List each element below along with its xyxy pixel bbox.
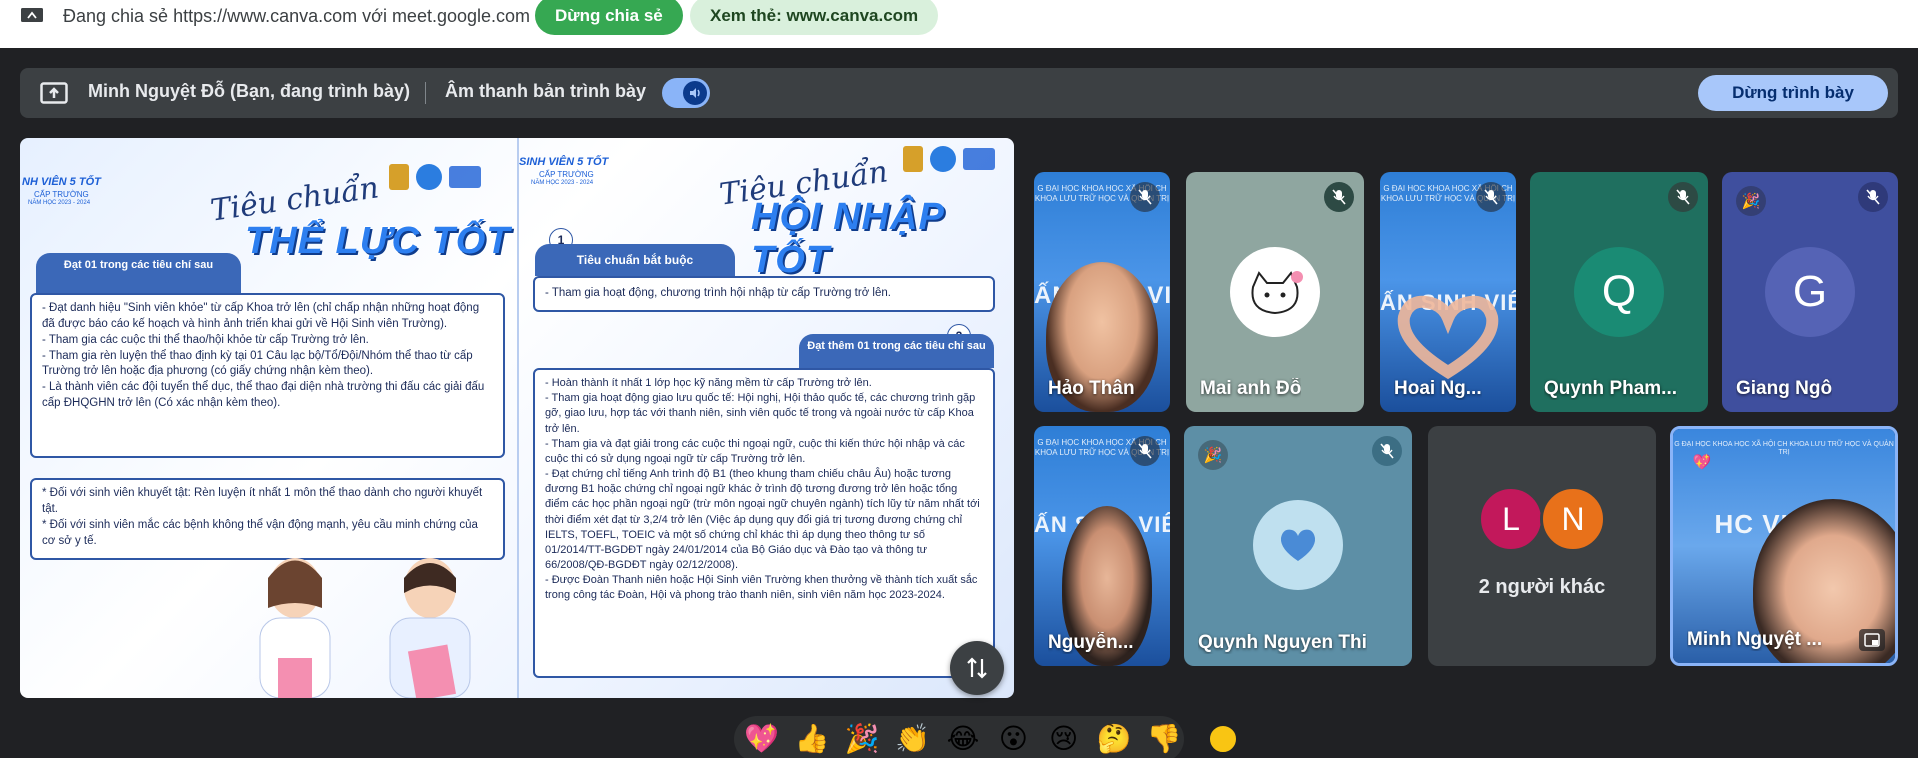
slide-title-integration: HỘI NHẬP TỐT bbox=[751, 196, 944, 281]
stop-sharing-button[interactable]: Dừng chia sẻ bbox=[535, 0, 683, 35]
picture-in-picture-icon[interactable] bbox=[1859, 629, 1885, 651]
screen-share-icon bbox=[21, 8, 43, 22]
criteria-line: - Đạt danh hiệu "Sinh viên khỏe" từ cấp … bbox=[42, 302, 480, 330]
share-bar: Đang chia sẻ https://www.canva.com với m… bbox=[0, 0, 1918, 48]
heart-reaction-icon: 💖 bbox=[1692, 454, 1712, 471]
divider bbox=[425, 82, 426, 104]
reaction-crying[interactable]: 😢 bbox=[1044, 719, 1083, 758]
reaction-thumbs-up[interactable]: 👍 bbox=[792, 719, 831, 758]
mic-off-icon bbox=[1476, 182, 1506, 212]
criteria-line: - Được Đoàn Thanh niên hoặc Hội Sinh viê… bbox=[545, 574, 978, 602]
mic-off-icon bbox=[1130, 436, 1160, 466]
slide-page-integration: SINH VIÊN 5 TỐT CẤP TRƯỜNG NĂM HỌC 2023 … bbox=[517, 138, 1014, 698]
participant-tile[interactable]: 🎉 G Giang Ngô bbox=[1722, 172, 1898, 412]
reaction-thinking[interactable]: 🤔 bbox=[1094, 719, 1133, 758]
reaction-thumbs-down[interactable]: 👎 bbox=[1145, 719, 1184, 758]
participant-avatar: G bbox=[1765, 247, 1855, 337]
slide-page-physical: NH VIÊN 5 TỐT CẤP TRƯỜNG NĂM HỌC 2023 - … bbox=[20, 138, 517, 698]
slide-title-physical: THỂ LỰC TỐT bbox=[245, 220, 511, 262]
criteria-line: - Tham gia rèn luyện thể thao định kỳ tạ… bbox=[42, 349, 473, 378]
party-reaction-icon: 🎉 bbox=[1198, 440, 1228, 470]
present-screen-icon bbox=[40, 82, 68, 104]
criteria-line: - Đạt chứng chỉ tiếng Anh trình độ B1 (t… bbox=[545, 468, 980, 572]
participant-tile[interactable]: G ĐẠI HỌC KHOA HỌC XÃ HỘI CH KHOA LƯU TR… bbox=[1380, 172, 1516, 412]
mic-off-icon bbox=[1372, 436, 1402, 466]
participant-name: Hảo Thân bbox=[1048, 378, 1135, 399]
cat-avatar-icon bbox=[1251, 271, 1303, 315]
criteria-line: * Đối với sinh viên mắc các bệnh không t… bbox=[42, 518, 478, 547]
presentation-audio-toggle[interactable] bbox=[662, 78, 710, 108]
heart-hands-shape bbox=[1397, 295, 1499, 380]
participant-avatar bbox=[1253, 500, 1343, 590]
additional-criteria-box: - Hoàn thành ít nhất 1 lớp học kỹ năng m… bbox=[533, 368, 995, 678]
move-self-view-button[interactable] bbox=[950, 641, 1004, 695]
sv5t-logo: SINH VIÊN 5 TỐT bbox=[519, 156, 609, 168]
reaction-sparkling-heart[interactable]: 💖 bbox=[742, 719, 781, 758]
criteria-line: * Đối với sinh viên khuyết tật: Rèn luyệ… bbox=[42, 487, 483, 515]
volume-icon bbox=[683, 81, 707, 105]
criteria-line: - Tham gia các cuộc thi thể thao/hội khỏ… bbox=[42, 333, 369, 346]
view-tab-button[interactable]: Xem thẻ: www.canva.com bbox=[690, 0, 939, 35]
sv5t-logo-year: NĂM HỌC 2023 - 2024 bbox=[531, 180, 594, 186]
others-tile[interactable]: L N 2 người khác bbox=[1428, 426, 1656, 666]
sv5t-logo-sub: CẤP TRƯỜNG bbox=[34, 190, 89, 199]
sv5t-logo-year: NĂM HỌC 2023 - 2024 bbox=[28, 200, 91, 206]
presentation-slide: NH VIÊN 5 TỐT CẤP TRƯỜNG NĂM HỌC 2023 - … bbox=[20, 138, 1014, 698]
participant-tile[interactable]: 🎉 Quynh Nguyen Thi bbox=[1184, 426, 1412, 666]
union-logos-icon bbox=[389, 164, 481, 190]
stop-presenting-button[interactable]: Dừng trình bày bbox=[1698, 75, 1888, 111]
mic-off-icon bbox=[1668, 182, 1698, 212]
participant-tile[interactable]: G ĐẠI HỌC KHOA HỌC XÃ HỘI CH KHOA LƯU TR… bbox=[1034, 172, 1170, 412]
participant-avatar: N bbox=[1540, 486, 1606, 552]
presenter-bar: Minh Nguyệt Đỗ (Bạn, đang trình bày) Âm … bbox=[20, 68, 1898, 118]
reaction-laughing[interactable]: 😂 bbox=[943, 719, 982, 758]
participant-name: Giang Ngô bbox=[1736, 378, 1833, 399]
criteria-line: - Hoàn thành ít nhất 1 lớp học kỹ năng m… bbox=[545, 377, 872, 389]
share-status-text: Đang chia sẻ https://www.canva.com với m… bbox=[63, 6, 531, 26]
participant-tile[interactable]: Q Quynh Pham... bbox=[1530, 172, 1708, 412]
self-view-tile[interactable]: G ĐẠI HỌC KHOA HỌC XÃ HỘI CH KHOA LƯU TR… bbox=[1670, 426, 1898, 666]
mic-off-icon bbox=[1858, 182, 1888, 212]
participant-tile[interactable]: Mai anh Đỗ bbox=[1186, 172, 1364, 412]
criteria-line: - Tham gia và đạt giải trong các cuộc th… bbox=[545, 437, 965, 465]
participant-tile[interactable]: G ĐẠI HỌC KHOA HỌC XÃ HỘI CH KHOA LƯU TR… bbox=[1034, 426, 1170, 666]
criteria-box: - Đạt danh hiệu "Sinh viên khỏe" từ cấp … bbox=[30, 293, 505, 458]
students-illustration bbox=[259, 558, 471, 698]
participant-name: Nguyễn... bbox=[1048, 632, 1134, 653]
heart-icon bbox=[1280, 529, 1316, 561]
criteria-tab: Đạt 01 trong các tiêu chí sau bbox=[36, 253, 241, 293]
swap-vertical-icon bbox=[967, 657, 987, 679]
participant-avatar: L bbox=[1478, 486, 1544, 552]
criteria-line: - Tham gia hoạt động giao lưu quốc tế: H… bbox=[545, 392, 976, 435]
mic-off-icon bbox=[1130, 182, 1160, 212]
sv5t-logo-sub: CẤP TRƯỜNG bbox=[539, 170, 594, 179]
participant-name: Quynh Pham... bbox=[1544, 378, 1678, 399]
mic-off-icon bbox=[1324, 182, 1354, 212]
presentation-audio-label: Âm thanh bản trình bày bbox=[445, 81, 647, 101]
additional-tab: Đạt thêm 01 trong các tiêu chí sau bbox=[799, 334, 994, 368]
mandatory-tab: Tiêu chuẩn bắt buộc bbox=[535, 244, 735, 276]
mandatory-box: - Tham gia hoạt động, chương trình hội n… bbox=[533, 276, 995, 312]
others-count-label: 2 người khác bbox=[1478, 576, 1606, 598]
reaction-surprised[interactable]: 😮 bbox=[994, 719, 1033, 758]
skin-tone-selector[interactable] bbox=[1208, 724, 1238, 754]
reaction-party-popper[interactable]: 🎉 bbox=[843, 719, 882, 758]
union-logos-icon bbox=[903, 146, 995, 172]
reaction-clapping[interactable]: 👏 bbox=[893, 719, 932, 758]
participant-name: Hoai Ng... bbox=[1394, 378, 1482, 399]
reaction-bar: 💖 👍 🎉 👏 😂 😮 😢 🤔 👎 bbox=[734, 716, 1184, 758]
participant-avatar bbox=[1230, 247, 1320, 337]
participant-name: Mai anh Đỗ bbox=[1200, 378, 1302, 399]
participant-avatar: Q bbox=[1574, 247, 1664, 337]
sv5t-logo: NH VIÊN 5 TỐT bbox=[22, 176, 101, 188]
presenter-name: Minh Nguyệt Đỗ (Bạn, đang trình bày) bbox=[88, 81, 410, 101]
participant-name: Quynh Nguyen Thi bbox=[1198, 632, 1367, 653]
criteria-line: - Là thành viên các đội tuyển thể dục, t… bbox=[42, 381, 485, 410]
party-reaction-icon: 🎉 bbox=[1736, 186, 1766, 216]
participant-name: Minh Nguyệt ... bbox=[1687, 629, 1823, 650]
